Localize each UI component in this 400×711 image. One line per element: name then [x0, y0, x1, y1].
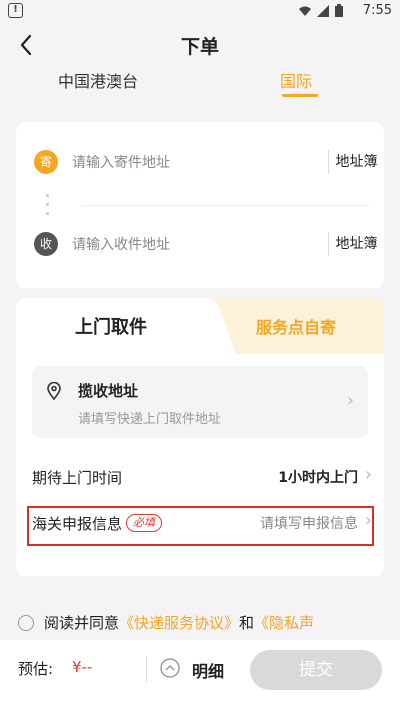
active-tab-indicator	[282, 94, 318, 97]
pickup-time-row[interactable]: 期待上门时间 1小时内上门 ›	[32, 462, 372, 492]
receiver-badge: 收	[34, 232, 58, 256]
divider	[82, 205, 370, 206]
pickup-time-value: 1小时内上门	[278, 470, 358, 486]
receiver-address-row[interactable]: 收 请输入收件地址 地址簿	[16, 224, 384, 264]
chevron-right-icon: ›	[364, 464, 372, 485]
agreement-prefix: 阅读并同意	[44, 614, 120, 632]
agreement-row: 阅读并同意 《快递服务协议》 和 《隐私声	[18, 612, 398, 633]
highlight-annotation	[27, 506, 374, 546]
divider	[146, 656, 147, 682]
pickup-address-field[interactable]: 揽收地址 请填写快递上门取件地址 ›	[32, 366, 368, 438]
detail-button[interactable]: 明细	[192, 658, 224, 682]
header: 下单 中国港澳台 国际	[0, 22, 400, 112]
connector-dots	[46, 194, 50, 224]
status-icons	[298, 4, 344, 18]
estimate-value: ¥--	[72, 658, 93, 676]
privacy-policy-link[interactable]: 《隐私声	[254, 612, 314, 633]
battery-icon	[335, 4, 343, 17]
chevron-up-icon[interactable]	[160, 658, 180, 678]
agreement-and: 和	[239, 614, 255, 632]
chevron-right-icon: ›	[346, 390, 354, 411]
estimate-label: 预估:	[18, 660, 54, 678]
pickup-address-title: 揽收地址	[78, 382, 139, 400]
tab-door-pickup[interactable]: 上门取件	[16, 298, 206, 354]
pickup-time-label: 期待上门时间	[32, 468, 123, 487]
tab-self-drop-off-label: 服务点自寄	[255, 318, 336, 337]
status-bar: ! 7:55	[0, 0, 400, 22]
location-pin-icon	[47, 382, 61, 400]
pickup-address-placeholder: 请填写快递上门取件地址	[78, 412, 222, 427]
agreement-radio[interactable]	[18, 614, 34, 631]
sender-badge: 寄	[34, 150, 58, 174]
address-card: 寄 请输入寄件地址 地址簿 收 请输入收件地址 地址簿	[16, 122, 384, 288]
bottom-bar: 预估: ¥-- 明细 提交	[0, 640, 400, 711]
tab-international[interactable]: 国际	[280, 68, 312, 92]
sender-address-book-button[interactable]: 地址簿	[328, 150, 384, 174]
status-time: 7:55	[362, 3, 392, 18]
signal-icon	[317, 5, 329, 17]
receiver-address-book-button[interactable]: 地址簿	[328, 232, 384, 256]
warning-icon: !	[8, 3, 23, 18]
tab-hk-macau-taiwan[interactable]: 中国港澳台	[58, 68, 138, 92]
submit-button[interactable]: 提交	[250, 650, 382, 690]
service-agreement-link[interactable]: 《快递服务协议》	[119, 612, 239, 633]
wifi-icon	[299, 6, 311, 16]
sender-address-row[interactable]: 寄 请输入寄件地址 地址簿	[16, 142, 384, 182]
page-title: 下单	[180, 36, 219, 58]
